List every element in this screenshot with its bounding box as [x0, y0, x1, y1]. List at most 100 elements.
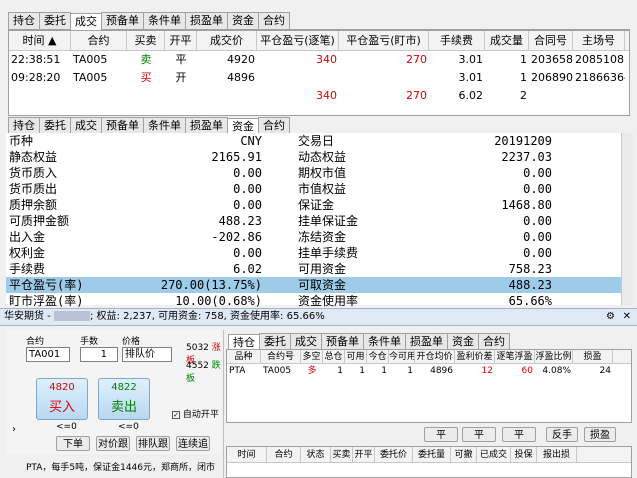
auto-open-close-checkbox[interactable]: ✓ 自动开平 — [172, 407, 219, 420]
tab-1[interactable]: 委托 — [259, 333, 291, 350]
column-header[interactable]: 平仓盈亏(逐笔) — [257, 31, 339, 50]
buy-button[interactable]: 4820 买入 — [36, 378, 88, 420]
table-row[interactable]: 09:28:20 TA005 买 开 4896 3.01 1 206890421866364 — [9, 69, 629, 87]
column-header[interactable]: 手续费 — [429, 31, 485, 50]
close-position-button[interactable]: 平50% — [462, 427, 496, 457]
close-position-button[interactable]: 平33% — [424, 427, 458, 457]
close-position-button[interactable]: 反手 — [546, 427, 578, 442]
table-cell: 2068904 — [531, 71, 573, 84]
column-header[interactable]: 今仓 — [367, 350, 389, 363]
fund-cell: 6.02 — [233, 262, 262, 276]
column-header[interactable]: 报出损 — [537, 447, 577, 462]
settings-icon[interactable]: ⚙ — [606, 309, 615, 325]
table-cell: 09:28:20 — [11, 71, 61, 84]
close-position-button[interactable]: 损盈 — [584, 427, 616, 442]
tab-5[interactable]: 损盈单 — [185, 117, 228, 134]
sell-button[interactable]: 4822 卖出 — [98, 378, 150, 420]
column-header[interactable]: 合约 — [71, 31, 127, 50]
tab-2[interactable]: 成交 — [290, 333, 322, 350]
column-header[interactable]: 开平 — [353, 447, 375, 462]
fund-cell: 488.23 — [508, 278, 552, 292]
column-header[interactable]: 委托量 — [413, 447, 451, 462]
column-header[interactable]: 合约 — [267, 447, 301, 462]
column-header[interactable]: 浮盈比例 — [535, 350, 573, 363]
column-header[interactable]: 今可用 — [389, 350, 415, 363]
fund-cell: 出入金 — [9, 230, 46, 244]
column-header[interactable]: 时间 — [227, 447, 267, 462]
tab-4[interactable]: 条件单 — [143, 117, 186, 134]
tab-5[interactable]: 损盈单 — [405, 333, 448, 350]
order-action-button[interactable]: 下单 — [56, 436, 90, 451]
fund-cell: 488.23 — [218, 214, 262, 228]
tab-0[interactable]: 持仓 — [8, 117, 40, 134]
tab-6[interactable]: 资金 — [227, 12, 259, 29]
table-cell: 平 — [175, 53, 187, 66]
tab-6[interactable]: 资金 — [447, 333, 479, 350]
fund-panel: 币种 CNY 交易日 20191209 静态权益 2165.91 动态权益 2237.03 货币… — [6, 133, 621, 308]
column-header[interactable]: 主场号 — [573, 31, 625, 50]
column-header[interactable]: 多空 — [301, 350, 323, 363]
order-action-button[interactable]: 对价跟 — [96, 436, 130, 451]
column-header[interactable]: 买卖 — [331, 447, 353, 462]
fund-cell: 20191209 — [494, 134, 552, 148]
column-header[interactable]: 开仓均价 — [415, 350, 455, 363]
column-header[interactable]: 盈利价差 — [455, 350, 495, 363]
tab-2[interactable]: 成交 — [70, 117, 102, 134]
column-header[interactable]: 状态 — [301, 447, 331, 462]
column-header[interactable]: 合约号 — [261, 350, 301, 363]
column-header[interactable]: 成交量 — [485, 31, 529, 50]
fund-scrollbar[interactable] — [621, 133, 633, 305]
tab-3[interactable]: 预备单 — [321, 333, 364, 350]
position-cell: 1 — [407, 366, 413, 376]
buy-price: 4820 — [49, 382, 75, 393]
table-row[interactable]: 22:38:51 TA005 卖 平 4920 340 270 3.01 1 2036581208… — [9, 51, 629, 69]
tab-1[interactable]: 委托 — [39, 117, 71, 134]
price-select[interactable]: 排队价 — [122, 347, 172, 362]
fund-row: 货币质出 0.00 市值权益 0.00 — [6, 181, 621, 197]
column-header[interactable]: 买卖 — [127, 31, 165, 50]
tab-3[interactable]: 预备单 — [101, 117, 144, 134]
tab-4[interactable]: 条件单 — [363, 333, 406, 350]
column-header[interactable]: 品种 — [227, 350, 261, 363]
table-cell — [257, 69, 339, 87]
tab-4[interactable]: 条件单 — [143, 12, 186, 29]
column-header[interactable]: 委托价 — [375, 447, 413, 462]
column-header[interactable]: 时间 ▲ — [9, 31, 71, 50]
position-cell: PTA — [229, 366, 246, 376]
tab-3[interactable]: 预备单 — [101, 12, 144, 29]
column-header[interactable]: 平仓盈亏(盯市) — [339, 31, 429, 50]
column-header[interactable]: 可用 — [345, 350, 367, 363]
column-header[interactable]: 逐笔浮盈 — [495, 350, 535, 363]
account-masked — [53, 311, 90, 321]
expand-icon[interactable]: › — [12, 424, 16, 435]
fund-cell: 平仓盈亏(率) — [9, 278, 84, 292]
tab-7[interactable]: 合约 — [258, 117, 290, 134]
tab-2[interactable]: 成交 — [70, 13, 102, 30]
tab-1[interactable]: 委托 — [39, 12, 71, 29]
fund-cell: 交易日 — [298, 134, 335, 148]
column-header[interactable]: 合同号 — [529, 31, 573, 50]
close-icon[interactable]: ✕ — [623, 309, 631, 325]
tab-5[interactable]: 损盈单 — [185, 12, 228, 29]
fund-cell: 冻结资金 — [298, 230, 347, 244]
fund-cell: 手续费 — [9, 262, 46, 276]
tab-7[interactable]: 合约 — [478, 333, 510, 350]
contract-input[interactable]: TA001 — [26, 347, 70, 362]
column-header[interactable]: 损盈 — [573, 350, 613, 363]
table-cell: TA005 — [73, 53, 108, 66]
order-action-button[interactable]: 排队跟 — [136, 436, 170, 451]
column-header[interactable]: 投保 — [511, 447, 537, 462]
qty-stepper[interactable]: 1 — [80, 347, 118, 362]
order-action-button[interactable]: 连续追 — [176, 436, 210, 451]
column-header[interactable]: 已成交 — [477, 447, 511, 462]
column-header[interactable]: 开平 — [165, 31, 197, 50]
fund-cell: 市值权益 — [298, 182, 347, 196]
close-position-button[interactable]: 平100% — [502, 427, 536, 457]
column-header[interactable]: 总仓 — [323, 350, 345, 363]
qty-label: 手数 — [80, 337, 99, 347]
column-header[interactable]: 成交价 — [197, 31, 257, 50]
fund-cell: 2237.03 — [501, 150, 552, 164]
tab-7[interactable]: 合约 — [258, 12, 290, 29]
tab-0[interactable]: 持仓 — [8, 12, 40, 29]
column-header[interactable]: 可撤 — [451, 447, 477, 462]
